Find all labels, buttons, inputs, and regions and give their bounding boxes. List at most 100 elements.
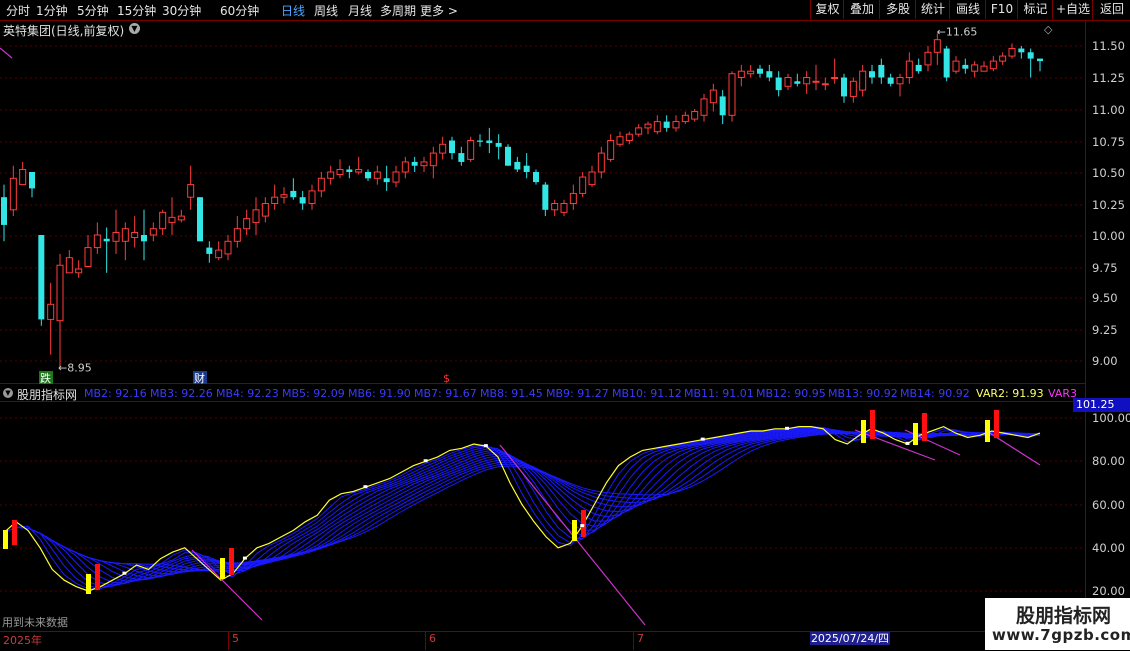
indicator-point-marker xyxy=(785,426,790,430)
period-tab-5[interactable]: 60分钟 xyxy=(220,2,259,19)
indicator-point-marker xyxy=(423,459,428,463)
candle-body-down xyxy=(1,197,7,225)
candle-body-up xyxy=(121,228,129,242)
candle-body-up xyxy=(859,70,867,91)
candle-body-down xyxy=(1037,58,1043,62)
candle-body-up xyxy=(308,190,316,204)
signal-bar-red xyxy=(994,410,999,438)
ribbon-line xyxy=(3,427,1041,586)
candle-body-down xyxy=(411,161,418,166)
price-tick-label: 10.25 xyxy=(1092,198,1125,212)
indicator-tick-label: 80.00 xyxy=(1092,454,1125,468)
mb-value: MB10: 91.12 xyxy=(612,387,682,400)
period-tab-3[interactable]: 15分钟 xyxy=(117,2,156,19)
candle-body-up xyxy=(971,64,979,72)
signal-bar-yellow xyxy=(861,420,866,443)
candle-body-up xyxy=(168,216,176,223)
signal-bar-red xyxy=(922,413,927,441)
candle-body-up xyxy=(112,231,120,242)
candle-body-up xyxy=(336,168,344,176)
candle-body-up xyxy=(728,73,736,116)
candle-body-up xyxy=(261,203,269,217)
candle-body-up xyxy=(47,303,55,320)
indicator-point-marker xyxy=(242,556,247,560)
candle-body-up xyxy=(607,140,615,160)
candle-body-up xyxy=(420,161,428,167)
candle-body-up xyxy=(579,176,587,194)
candle-body-down xyxy=(103,238,110,242)
indicator-tick-label: 60.00 xyxy=(1092,498,1125,512)
candle-body-up xyxy=(75,268,83,274)
candle-body-up xyxy=(560,203,568,213)
candle-body-up xyxy=(625,133,633,141)
candle-body-up xyxy=(392,171,400,183)
candle-body-up xyxy=(131,231,139,239)
mb-value: MB2: 92.16 xyxy=(84,387,147,400)
candle-body-down xyxy=(794,81,801,84)
candle-body-up xyxy=(635,127,643,135)
candle-body-up xyxy=(271,196,279,204)
candle-body-up xyxy=(19,168,27,186)
price-tick-label: 9.00 xyxy=(1092,354,1118,368)
candle-body-down xyxy=(458,153,465,162)
mb-value: MB14: 90.92 xyxy=(900,387,970,400)
price-tick-label: 9.75 xyxy=(1092,261,1118,275)
candle-body-down xyxy=(505,146,511,166)
indicator-tick-label: 100.00 xyxy=(1092,411,1130,425)
chart-canvas[interactable]: ←11.65 ←8.95 跌 财 $ xyxy=(0,0,1085,650)
indicator-point-marker xyxy=(363,485,368,489)
candle-body-up xyxy=(551,203,559,211)
candle-body-up xyxy=(989,60,997,70)
indicator-tick-label: 40.00 xyxy=(1092,541,1125,555)
mb-value: MB7: 91.67 xyxy=(414,387,477,400)
candle-body-up xyxy=(252,209,260,223)
toolbar-button-0[interactable]: 复权 xyxy=(810,0,844,19)
toolbar-button-8[interactable]: 返回 xyxy=(1092,0,1130,19)
period-tab-2[interactable]: 5分钟 xyxy=(77,2,109,19)
toolbar-button-4[interactable]: 画线 xyxy=(949,0,986,19)
candle-body-up xyxy=(243,218,251,230)
toolbar-button-7[interactable]: +自选 xyxy=(1052,0,1093,19)
indicator-name[interactable]: 股朋指标网 xyxy=(17,386,77,403)
candle-body-up xyxy=(653,121,661,133)
indicator-tick-label: 20.00 xyxy=(1092,584,1125,598)
candle-body-up xyxy=(831,77,839,79)
date-tick xyxy=(228,631,229,650)
candle-body-down xyxy=(206,247,213,254)
period-tab-1[interactable]: 1分钟 xyxy=(36,2,68,19)
period-tab-8[interactable]: 月线 xyxy=(348,2,372,19)
signal-bar-yellow xyxy=(220,558,225,579)
candle-body-down xyxy=(477,140,483,142)
event-marker: 财 xyxy=(194,371,205,385)
period-tab-4[interactable]: 30分钟 xyxy=(162,2,201,19)
date-label-july: 7 xyxy=(637,632,644,645)
ribbon-line xyxy=(3,431,1041,572)
candle-body-up xyxy=(784,77,792,87)
candle-body-up xyxy=(700,98,708,116)
candle-body-down xyxy=(449,140,455,154)
period-tab-9[interactable]: 多周期 xyxy=(380,2,416,19)
price-tick-label: 10.50 xyxy=(1092,166,1125,180)
indicator-point-marker xyxy=(905,441,910,445)
event-marker: 跌 xyxy=(40,371,51,385)
toolbar-button-1[interactable]: 叠加 xyxy=(843,0,880,19)
mb-value: MB4: 92.23 xyxy=(216,387,279,400)
candle-body-up xyxy=(588,171,596,186)
toolbar-button-3[interactable]: 统计 xyxy=(915,0,950,19)
candle-body-up xyxy=(737,70,745,78)
mb-value: MB8: 91.45 xyxy=(480,387,543,400)
candle-body-down xyxy=(346,169,353,172)
toolbar-button-6[interactable]: 标记 xyxy=(1017,0,1053,19)
signal-bar-red xyxy=(581,510,586,537)
date-label-may: 5 xyxy=(232,632,239,645)
indicator-settings-icon[interactable]: ▼ xyxy=(3,388,13,398)
toolbar-button-2[interactable]: 多股 xyxy=(879,0,916,19)
period-tab-6[interactable]: 日线 xyxy=(281,2,305,19)
candle-body-up xyxy=(933,39,941,53)
period-tab-7[interactable]: 周线 xyxy=(314,2,338,19)
toolbar-button-5[interactable]: F10 xyxy=(985,0,1018,19)
candle-body-up xyxy=(812,80,820,83)
period-tab-0[interactable]: 分时 xyxy=(6,2,30,19)
candle-body-up xyxy=(924,51,932,66)
period-tab-10[interactable]: 更多 > xyxy=(420,2,458,19)
